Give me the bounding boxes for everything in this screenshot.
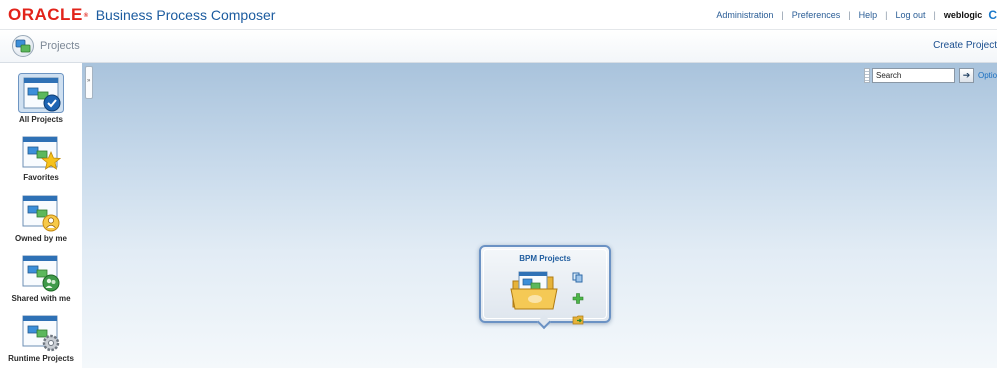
sidebar-item-label: Runtime Projects <box>8 354 74 363</box>
copy-icon[interactable] <box>572 270 586 288</box>
projects-icon <box>12 35 34 57</box>
arrow-right-icon: ➔ <box>962 70 971 80</box>
more-link[interactable]: C <box>988 8 997 22</box>
user-name: weblogic <box>943 10 983 20</box>
sidebar-item-all-projects[interactable]: All Projects <box>0 73 82 124</box>
sidebar-item-label: All Projects <box>18 115 63 124</box>
project-shared-icon <box>22 255 60 292</box>
card-actions <box>572 270 586 333</box>
sidebar-item-label: Favorites <box>23 173 59 182</box>
preferences-link[interactable]: Preferences <box>792 10 841 20</box>
sub-bar: Projects Create Project <box>0 30 997 63</box>
project-user-icon <box>22 195 60 232</box>
app-title: Business Process Composer <box>95 7 276 23</box>
sidebar-collapse-handle[interactable]: » <box>85 66 93 99</box>
card-title: BPM Projects <box>519 254 571 263</box>
sidebar-item-owned-by-me[interactable]: Owned by me <box>0 194 82 243</box>
link-separator: | <box>848 10 851 20</box>
brand: ORACLE® Business Process Composer <box>8 6 275 24</box>
oracle-logo: ORACLE® <box>8 5 89 24</box>
logout-link[interactable]: Log out <box>895 10 925 20</box>
sidebar-item-shared-with-me[interactable]: Shared with me <box>0 254 82 303</box>
administration-link[interactable]: Administration <box>716 10 773 20</box>
link-separator: | <box>781 10 784 20</box>
project-gear-icon <box>22 315 60 352</box>
sidebar-item-runtime-projects[interactable]: Runtime Projects <box>0 314 82 363</box>
global-links: Administration | Preferences | Help | Lo… <box>716 8 997 22</box>
search-bar: ➔ Options <box>864 67 997 84</box>
drag-grip[interactable] <box>864 68 870 83</box>
help-link[interactable]: Help <box>859 10 878 20</box>
create-project-link[interactable]: Create Project <box>933 40 997 51</box>
sidebar-item-label: Owned by me <box>14 234 67 243</box>
projects-label: Projects <box>40 40 80 52</box>
import-icon[interactable] <box>572 312 586 330</box>
sidebar-item-favorites[interactable]: Favorites <box>0 135 82 182</box>
add-icon[interactable] <box>572 291 586 309</box>
bpm-projects-card[interactable]: BPM Projects <box>479 245 611 330</box>
project-star-icon <box>22 136 61 170</box>
link-separator: | <box>885 10 888 20</box>
projects-canvas: » ➔ Options BPM Projects <box>82 63 997 368</box>
link-separator: | <box>933 10 936 20</box>
search-input[interactable] <box>872 68 955 83</box>
sidebar-item-label: Shared with me <box>11 294 71 303</box>
search-go-button[interactable]: ➔ <box>959 68 974 83</box>
project-folder-icon <box>510 271 558 310</box>
projects-breadcrumb[interactable]: Projects <box>12 34 80 58</box>
sidebar: All Projects Favorites Owned by me Share… <box>0 63 82 368</box>
search-options-link[interactable]: Options <box>978 71 997 80</box>
top-bar: ORACLE® Business Process Composer Admini… <box>0 0 997 30</box>
project-check-icon <box>18 73 64 113</box>
